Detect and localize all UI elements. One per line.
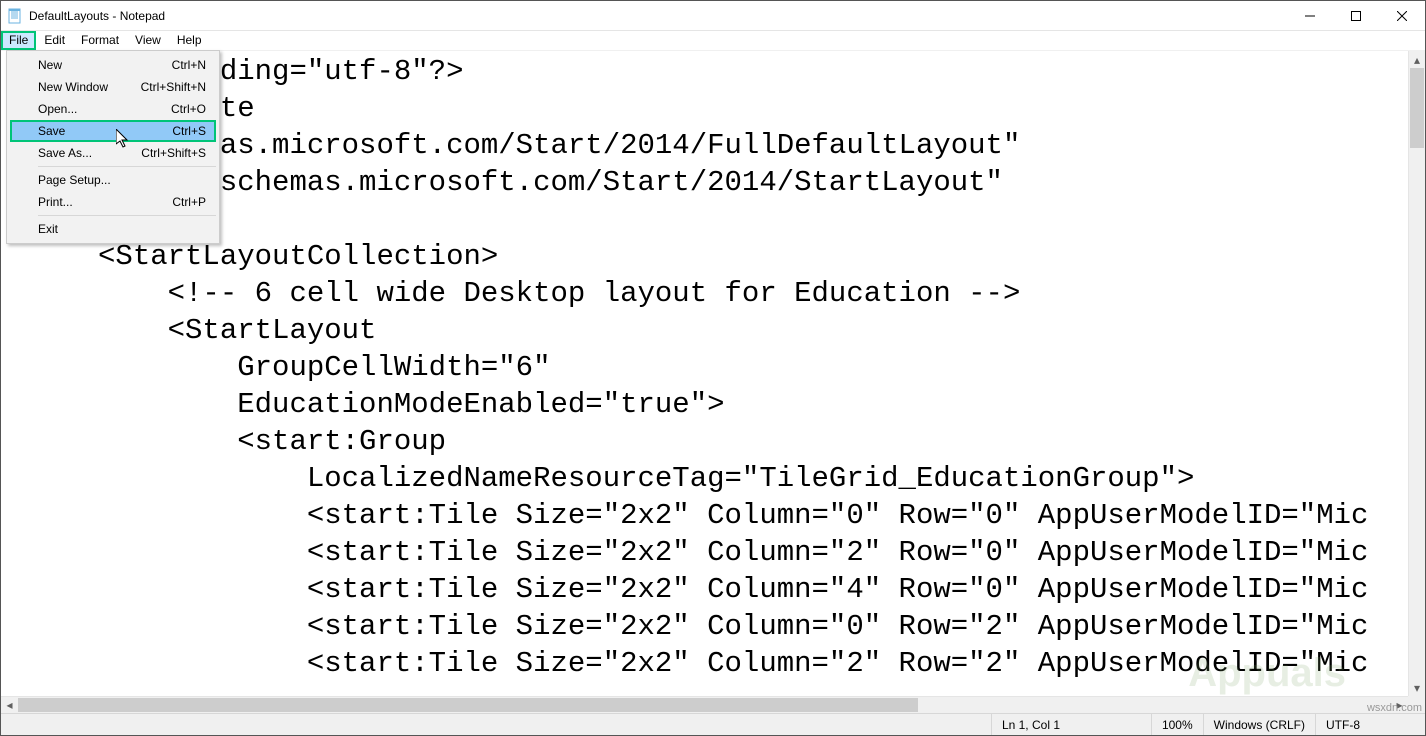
menu-separator [38,166,216,167]
menu-item-page-setup[interactable]: Page Setup... [10,169,216,191]
menu-item-label: New Window [38,80,108,94]
menu-item-label: Page Setup... [38,173,111,187]
status-position: Ln 1, Col 1 [991,714,1151,735]
scroll-right-icon[interactable]: ▸ [1391,697,1408,713]
menu-item-label: Save As... [38,146,92,160]
menu-help[interactable]: Help [169,31,210,50]
scroll-down-icon[interactable]: ▾ [1409,679,1425,696]
minimize-button[interactable] [1287,1,1333,31]
vertical-scrollbar[interactable]: ▴ ▾ [1408,51,1425,696]
window-title: DefaultLayouts - Notepad [29,9,1287,23]
menu-item-label: Save [38,124,65,138]
menu-format[interactable]: Format [73,31,127,50]
menu-item-shortcut: Ctrl+S [172,124,206,138]
menu-item-new-window[interactable]: New Window Ctrl+Shift+N [10,76,216,98]
vertical-scroll-thumb[interactable] [1410,68,1424,148]
menu-item-open[interactable]: Open... Ctrl+O [10,98,216,120]
menu-bar: File Edit Format View Help [1,31,1425,51]
status-encoding: UTF-8 [1315,714,1425,735]
menu-item-shortcut: Ctrl+O [171,102,206,116]
menu-item-new[interactable]: New Ctrl+N [10,54,216,76]
menu-view[interactable]: View [127,31,169,50]
menu-item-shortcut: Ctrl+Shift+S [141,146,206,160]
menu-item-save-as[interactable]: Save As... Ctrl+Shift+S [10,142,216,164]
scroll-left-icon[interactable]: ◂ [1,697,18,713]
status-line-ending: Windows (CRLF) [1203,714,1315,735]
menu-item-label: Exit [38,222,58,236]
scroll-up-icon[interactable]: ▴ [1409,51,1425,68]
menu-file[interactable]: File [1,31,36,50]
status-bar: Ln 1, Col 1 100% Windows (CRLF) UTF-8 [1,713,1425,735]
horizontal-scroll-thumb[interactable] [18,698,918,712]
maximize-button[interactable] [1333,1,1379,31]
file-dropdown: New Ctrl+N New Window Ctrl+Shift+N Open.… [6,50,220,244]
menu-edit[interactable]: Edit [36,31,73,50]
menu-item-save[interactable]: Save Ctrl+S [10,120,216,142]
menu-item-shortcut: Ctrl+Shift+N [141,80,206,94]
menu-item-shortcut: Ctrl+N [172,58,206,72]
status-zoom: 100% [1151,714,1203,735]
menu-item-label: Open... [38,102,77,116]
scroll-corner [1408,696,1425,713]
menu-item-label: Print... [38,195,73,209]
menu-item-exit[interactable]: Exit [10,218,216,240]
close-button[interactable] [1379,1,1425,31]
menu-item-shortcut: Ctrl+P [172,195,206,209]
menu-item-print[interactable]: Print... Ctrl+P [10,191,216,213]
menu-item-label: New [38,58,62,72]
title-bar[interactable]: DefaultLayouts - Notepad [1,1,1425,31]
horizontal-scrollbar[interactable]: ◂ ▸ [1,696,1408,713]
menu-separator [38,215,216,216]
notepad-icon [7,8,23,24]
